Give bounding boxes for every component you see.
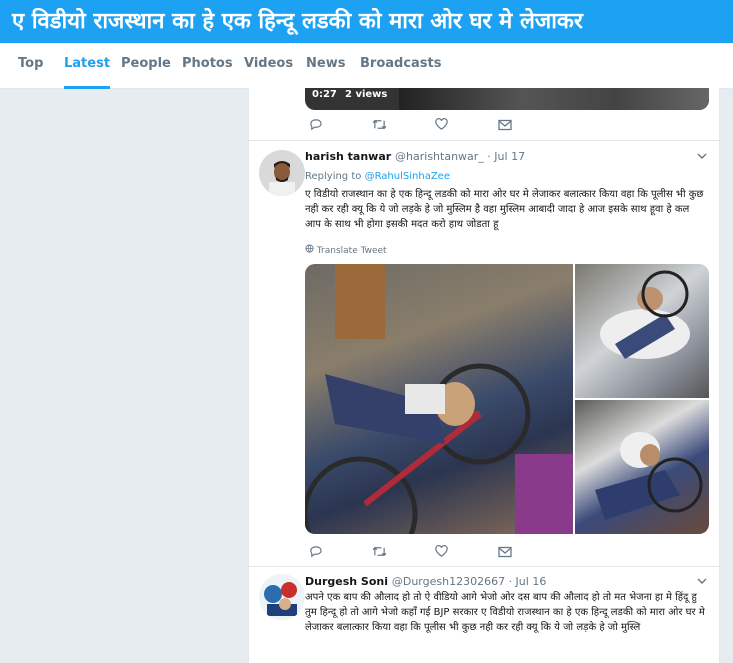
author-handle[interactable]: @harishtanwar_ · Jul 17: [395, 150, 525, 163]
video-duration: 0:27: [312, 89, 337, 100]
tab-latest[interactable]: Latest: [64, 43, 111, 89]
chevron-down-icon[interactable]: [697, 152, 707, 163]
search-header: ए विडीयो राजस्थान का हे एक हिन्दू लडकी क…: [0, 0, 733, 43]
globe-icon: [305, 244, 317, 256]
tweet-actions: [249, 544, 719, 564]
tweet-actions: [249, 117, 719, 137]
reply-icon[interactable]: [305, 117, 325, 137]
tweet[interactable]: Durgesh Soni @Durgesh12302667 · Jul 16 अ…: [249, 566, 719, 663]
retweet-icon[interactable]: [369, 117, 389, 137]
translate-label[interactable]: Translate Tweet: [317, 246, 387, 256]
tab-videos[interactable]: Videos: [244, 43, 293, 86]
video-views: 2 views: [345, 89, 388, 100]
media-photo-top-right[interactable]: [575, 264, 709, 398]
tweet-author[interactable]: harish tanwar @harishtanwar_ · Jul 17: [305, 150, 525, 163]
media-photo-main[interactable]: [305, 264, 573, 534]
tab-people[interactable]: People: [121, 43, 171, 86]
tweet[interactable]: harish tanwar @harishtanwar_ · Jul 17 Re…: [249, 140, 719, 570]
envelope-icon[interactable]: [495, 117, 515, 137]
envelope-icon[interactable]: [495, 544, 515, 564]
replying-to: Replying to @RahulSinhaZee: [305, 171, 450, 182]
tab-news[interactable]: News: [306, 43, 345, 86]
tweet-author[interactable]: Durgesh Soni @Durgesh12302667 · Jul 16: [305, 575, 546, 588]
avatar[interactable]: [259, 574, 305, 620]
author-name[interactable]: Durgesh Soni: [305, 575, 388, 588]
tab-broadcasts[interactable]: Broadcasts: [360, 43, 442, 86]
author-handle[interactable]: @Durgesh12302667 · Jul 16: [392, 575, 546, 588]
tab-photos[interactable]: Photos: [182, 43, 233, 86]
search-nav: Top Latest People Photos Videos News Bro…: [0, 43, 733, 89]
search-query-title: ए विडीयो राजस्थान का हे एक हिन्दू लडकी क…: [12, 9, 583, 34]
heart-icon[interactable]: [431, 544, 451, 564]
tweet-media[interactable]: [305, 264, 709, 534]
avatar[interactable]: [259, 150, 305, 196]
reply-icon[interactable]: [305, 544, 325, 564]
heart-icon[interactable]: [431, 117, 451, 137]
timeline: 0:27 2 views harish tanwar @harishtanwar…: [248, 88, 720, 663]
media-photo-bottom-right[interactable]: [575, 400, 709, 534]
author-name[interactable]: harish tanwar: [305, 150, 391, 163]
video-thumbnail: [399, 88, 709, 110]
translate-tweet-link[interactable]: Translate Tweet: [305, 244, 387, 256]
retweet-icon[interactable]: [369, 544, 389, 564]
tweet-text: अपने एक बाप की औलाद हो तो ऐ वीडियो आगे भ…: [305, 592, 705, 633]
replying-to-link[interactable]: @RahulSinhaZee: [365, 171, 450, 182]
tab-top[interactable]: Top: [18, 43, 43, 86]
tweet-text: ए विडीयो राजस्थान का हे एक हिन्दू लडकी क…: [305, 189, 704, 230]
replying-prefix: Replying to: [305, 171, 362, 182]
video-player[interactable]: 0:27 2 views: [305, 88, 709, 110]
chevron-down-icon[interactable]: [697, 577, 707, 588]
